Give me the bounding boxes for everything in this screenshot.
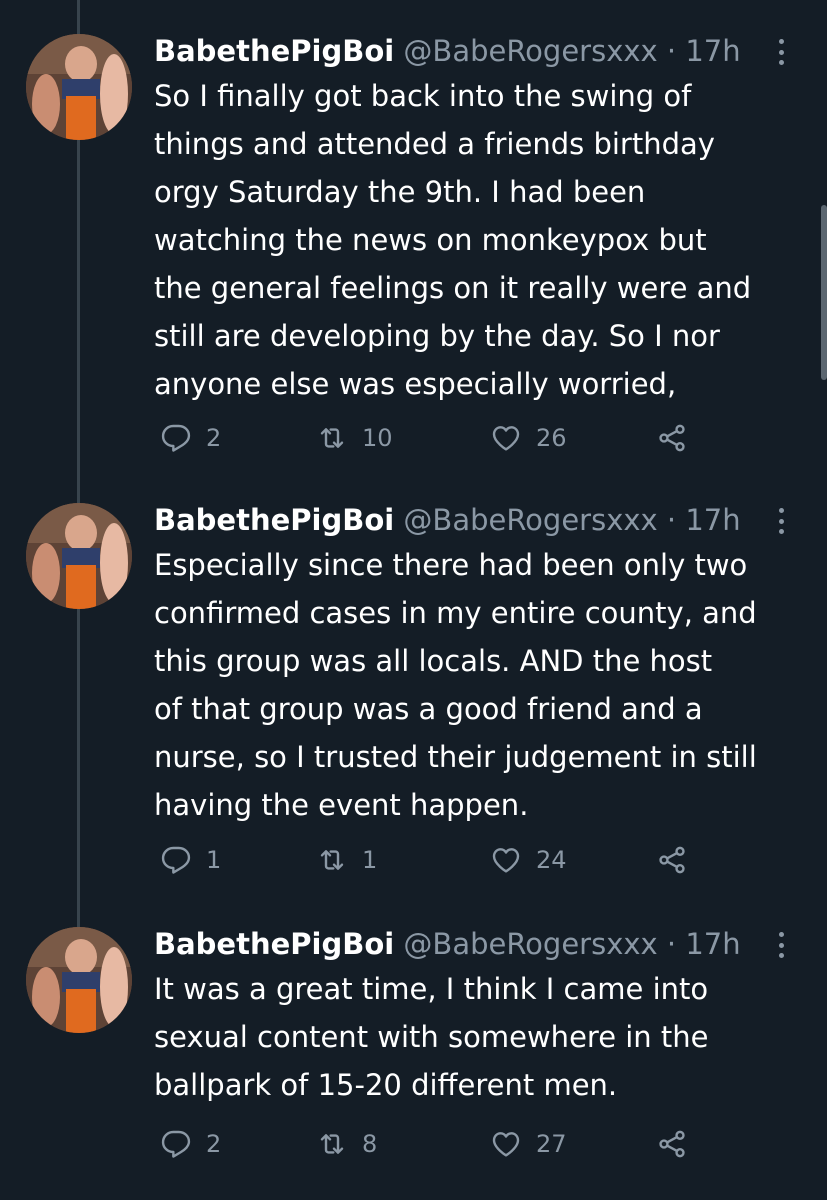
timestamp[interactable]: 17h xyxy=(685,503,740,537)
scrollbar[interactable] xyxy=(821,205,827,380)
more-options-icon[interactable] xyxy=(771,506,791,536)
separator-dot: · xyxy=(666,927,677,961)
like-count: 26 xyxy=(536,424,567,452)
retweet-count: 8 xyxy=(362,1130,378,1158)
share-button[interactable] xyxy=(656,418,702,458)
reply-icon xyxy=(161,846,191,874)
retweet-button[interactable]: 10 xyxy=(316,418,393,458)
retweet-icon xyxy=(320,850,344,870)
tweet-header: BabethePigBoi @BabeRogersxxx · 17h xyxy=(154,924,807,964)
retweet-icon xyxy=(320,1134,344,1154)
tweet-text: So I finally got back into the swing of … xyxy=(154,79,752,401)
share-icon xyxy=(659,846,685,874)
heart-icon xyxy=(492,426,520,451)
avatar[interactable] xyxy=(26,34,132,140)
tweet-header: BabethePigBoi @BabeRogersxxx · 17h xyxy=(154,31,807,71)
avatar[interactable] xyxy=(26,503,132,609)
tweet-actions: 2 10 26 xyxy=(154,418,714,458)
reply-count: 1 xyxy=(206,846,222,874)
like-button[interactable]: 27 xyxy=(490,1124,567,1164)
share-icon xyxy=(659,424,685,452)
retweet-count: 1 xyxy=(362,846,378,874)
reply-button[interactable]: 2 xyxy=(160,418,221,458)
thread-connector-line xyxy=(77,140,80,503)
reply-button[interactable]: 2 xyxy=(160,1124,221,1164)
reply-button[interactable]: 1 xyxy=(160,840,221,880)
more-options-icon[interactable] xyxy=(771,37,791,67)
share-button[interactable] xyxy=(656,1124,702,1164)
display-name[interactable]: BabethePigBoi xyxy=(154,927,394,961)
user-handle[interactable]: @BabeRogersxxx xyxy=(403,34,657,68)
retweet-button[interactable]: 8 xyxy=(316,1124,377,1164)
retweet-count: 10 xyxy=(362,424,393,452)
tweet-actions: 1 1 24 xyxy=(154,840,714,880)
thread-connector-line xyxy=(77,609,80,927)
more-options-icon[interactable] xyxy=(771,930,791,960)
timestamp[interactable]: 17h xyxy=(685,927,740,961)
thread-connector-line xyxy=(77,0,80,34)
avatar[interactable] xyxy=(26,927,132,1033)
tweet-actions: 2 8 27 xyxy=(154,1124,714,1164)
share-icon xyxy=(659,1130,685,1158)
reply-count: 2 xyxy=(206,424,222,452)
reply-count: 2 xyxy=(206,1130,222,1158)
separator-dot: · xyxy=(666,34,677,68)
like-button[interactable]: 26 xyxy=(490,418,567,458)
retweet-button[interactable]: 1 xyxy=(316,840,377,880)
like-button[interactable]: 24 xyxy=(490,840,567,880)
heart-icon xyxy=(492,1132,520,1157)
reply-icon xyxy=(161,1130,191,1158)
like-count: 24 xyxy=(536,846,567,874)
display-name[interactable]: BabethePigBoi xyxy=(154,34,394,68)
retweet-icon xyxy=(320,428,344,448)
tweet-text: It was a great time, I think I came into… xyxy=(154,972,709,1102)
tweet-thread: BabethePigBoi @BabeRogersxxx · 17h So I … xyxy=(0,0,827,1200)
share-button[interactable] xyxy=(656,840,702,880)
like-count: 27 xyxy=(536,1130,567,1158)
user-handle[interactable]: @BabeRogersxxx xyxy=(403,927,657,961)
reply-icon xyxy=(161,424,191,452)
tweet-header: BabethePigBoi @BabeRogersxxx · 17h xyxy=(154,500,807,540)
timestamp[interactable]: 17h xyxy=(685,34,740,68)
display-name[interactable]: BabethePigBoi xyxy=(154,503,394,537)
tweet-text: Especially since there had been only two… xyxy=(154,548,757,822)
user-handle[interactable]: @BabeRogersxxx xyxy=(403,503,657,537)
separator-dot: · xyxy=(666,503,677,537)
heart-icon xyxy=(492,848,520,873)
